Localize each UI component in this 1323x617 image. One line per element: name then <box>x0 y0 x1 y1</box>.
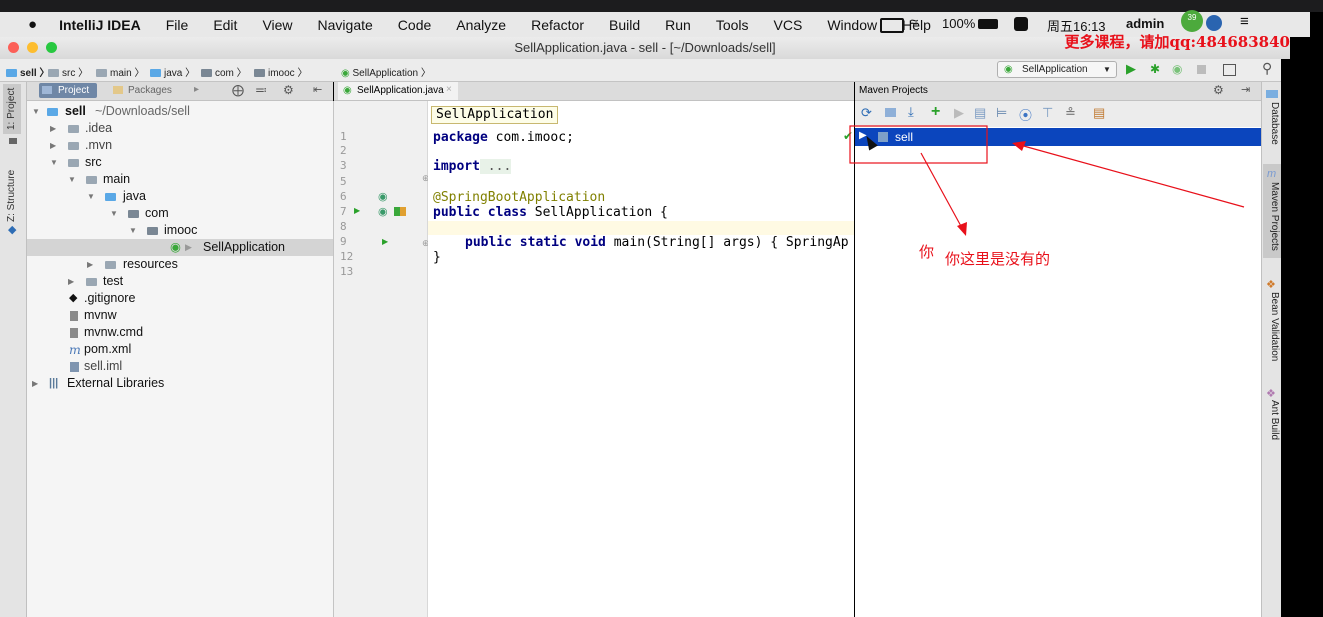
annotation-overlay: 你 你这里是没有的 <box>849 125 1245 268</box>
annotation-arrowhead <box>957 222 967 236</box>
annotation-arrowhead <box>1012 141 1026 151</box>
annotation-text: 你这里是没有的 <box>945 250 1050 268</box>
annotation-arrow-line <box>920 152 963 229</box>
screen-right-border <box>1281 59 1323 617</box>
annotation-char: 你 <box>919 243 934 261</box>
annotation-arrow-line <box>1019 144 1245 208</box>
annotation-box <box>849 125 988 164</box>
